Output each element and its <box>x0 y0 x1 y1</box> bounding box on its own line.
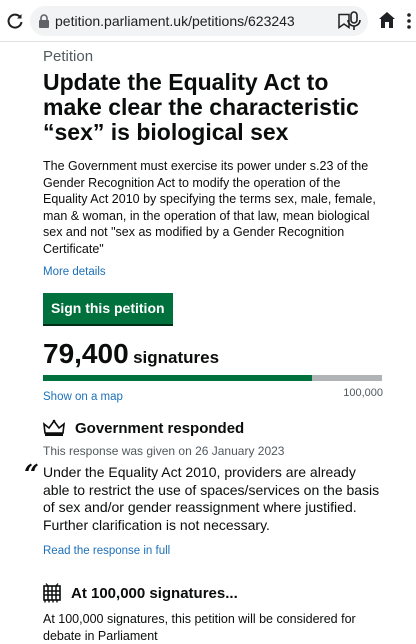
url-text: petition.parliament.uk/petitions/623243 <box>55 13 295 29</box>
show-on-map-link[interactable]: Show on a map <box>43 391 123 403</box>
more-details-link[interactable]: More details <box>43 266 106 278</box>
government-response-heading: Government responded <box>43 419 383 437</box>
response-date: This response was given on 26 January 20… <box>43 444 285 458</box>
signature-count-number: 79,400 <box>43 338 129 369</box>
page-caption: Petition <box>43 48 94 65</box>
signature-count: 79,400 signatures <box>43 338 383 370</box>
signature-goal: 100,000 <box>343 387 383 399</box>
petition-page: Petition Update the Equality Act to make… <box>24 48 383 644</box>
petition-summary: The Government must exercise its power u… <box>43 159 376 256</box>
reload-icon[interactable] <box>6 12 24 30</box>
address-bar[interactable]: petition.parliament.uk/petitions/623243 <box>30 6 368 36</box>
debate-threshold-heading: At 100,000 signatures... <box>43 583 383 603</box>
debate-threshold-text: At 100,000 signatures, this petition wil… <box>43 612 356 643</box>
signature-count-label: signatures <box>133 348 220 367</box>
quote-mark: “ <box>24 460 39 490</box>
page-title: Update the Equality Act to make clear th… <box>43 69 359 145</box>
government-response-title: Government responded <box>75 419 245 437</box>
mic-icon[interactable] <box>346 11 362 31</box>
menu-icon[interactable] <box>404 11 414 31</box>
signature-progress-bar <box>43 375 382 381</box>
lock-icon[interactable] <box>38 14 50 28</box>
progress-meta: Show on a map 100,000 <box>43 387 383 403</box>
crown-icon <box>43 419 65 436</box>
response-quote-text: Under the Equality Act 2010, providers a… <box>43 464 380 533</box>
portcullis-icon <box>43 583 61 603</box>
response-quote: “ Under the Equality Act 2010, providers… <box>24 460 383 534</box>
read-response-link[interactable]: Read the response in full <box>43 545 170 557</box>
browser-toolbar: petition.parliament.uk/petitions/623243 <box>0 0 416 42</box>
signature-progress-fill <box>43 375 313 381</box>
sign-petition-button[interactable]: Sign this petition <box>43 293 173 324</box>
home-icon[interactable] <box>378 11 396 29</box>
debate-threshold-title: At 100,000 signatures... <box>71 584 238 602</box>
